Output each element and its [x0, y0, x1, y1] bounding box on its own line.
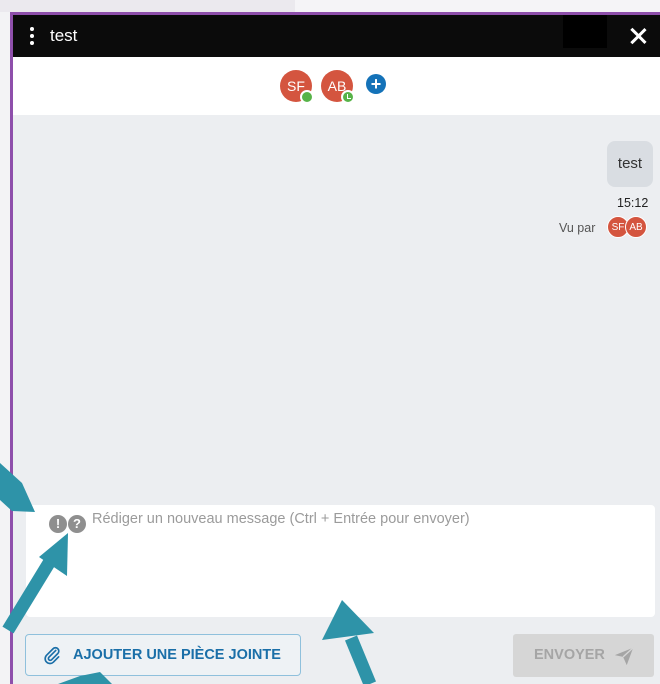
seen-by-label: Vu par: [559, 221, 596, 235]
paper-plane-icon: [614, 647, 634, 666]
avatar[interactable]: AB: [321, 70, 355, 104]
message-bubble: test: [607, 141, 653, 187]
message-composer: ! ?: [26, 505, 655, 617]
message-input[interactable]: [92, 511, 642, 607]
vertical-dots-icon[interactable]: [26, 26, 38, 46]
add-participant-button[interactable]: +: [366, 74, 386, 94]
chat-window: test SF AB + test 15:12 Vu par SF AB ! ?…: [10, 12, 660, 684]
participants-bar: SF AB +: [13, 57, 660, 115]
seen-avatar: AB: [625, 216, 647, 238]
avatar[interactable]: SF: [280, 70, 314, 104]
message-time: 15:12: [617, 196, 649, 210]
exclamation-circle-icon[interactable]: !: [49, 515, 67, 533]
title-bar: test: [13, 15, 660, 57]
attach-label: AJOUTER UNE PIÈCE JOINTE: [73, 647, 281, 663]
paperclip-icon: [44, 646, 60, 665]
question-circle-icon[interactable]: ?: [68, 515, 86, 533]
attach-file-button[interactable]: AJOUTER UNE PIÈCE JOINTE: [25, 634, 301, 676]
clock-status-icon: [341, 90, 355, 104]
redacted-box: [563, 15, 607, 48]
close-icon[interactable]: [625, 23, 651, 49]
send-label: ENVOYER: [534, 647, 605, 663]
send-button[interactable]: ENVOYER: [513, 634, 654, 677]
background-strip: [0, 0, 660, 12]
chat-title: test: [50, 26, 78, 45]
online-status-icon: [300, 90, 314, 104]
plus-circle-icon: +: [370, 74, 382, 94]
